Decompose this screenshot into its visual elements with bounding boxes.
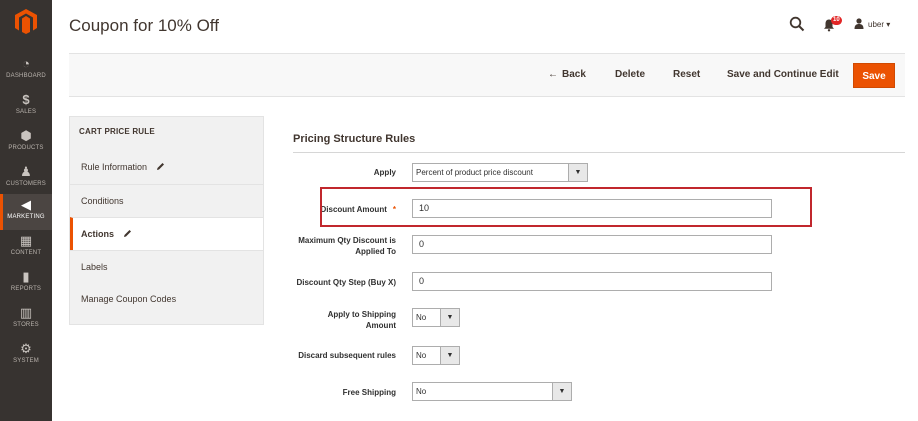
admin-sidebar: ◔ DASHBOARD $ SALES ⬢ PRODUCTS ♟ CUSTOME…: [0, 0, 52, 421]
tab-labels[interactable]: Labels: [70, 250, 263, 283]
apply-shipping-label-text: Apply to Shipping Amount: [327, 310, 396, 330]
cube-icon: ⬢: [20, 128, 32, 143]
free-shipping-label: Free Shipping: [342, 388, 396, 397]
layout-icon: ▦: [19, 233, 33, 248]
discard-rules-select[interactable]: No ▼: [412, 346, 460, 365]
chevron-down-icon: ▼: [440, 309, 459, 326]
nav-item-reports[interactable]: ▮ REPORTS: [0, 266, 52, 302]
free-shipping-value: No: [416, 387, 427, 396]
nav-label: CUSTOMERS: [5, 181, 47, 187]
pencil-icon: [123, 230, 131, 237]
magento-logo[interactable]: [14, 8, 38, 34]
tab-manage-coupon-codes[interactable]: Manage Coupon Codes: [70, 283, 263, 316]
back-button[interactable]: ← Back: [548, 69, 586, 80]
nav-label: REPORTS: [10, 286, 42, 292]
nav-label: CONTENT: [10, 250, 42, 256]
nav-label: DASHBOARD: [6, 73, 46, 79]
tab-label: Conditions: [81, 196, 124, 206]
nav-label: PRODUCTS: [8, 145, 44, 151]
nav-item-customers[interactable]: ♟ CUSTOMERS: [0, 161, 52, 197]
discard-rules-value: No: [416, 351, 427, 360]
nav-item-stores[interactable]: ▥ STORES: [0, 302, 52, 338]
arrow-left-icon: ←: [548, 69, 558, 80]
free-shipping-select[interactable]: No ▼: [412, 382, 572, 401]
tabs-title: CART PRICE RULE: [79, 127, 155, 136]
tab-label: Manage Coupon Codes: [81, 294, 177, 304]
max-qty-label-text: Maximum Qty Discount is Applied To: [298, 236, 396, 256]
back-label: Back: [562, 69, 586, 80]
page-actions-bar: ← Back Delete Reset Save and Continue Edi…: [69, 53, 905, 97]
apply-shipping-value: No: [416, 313, 427, 322]
max-qty-label: Maximum Qty Discount is Applied To: [276, 235, 396, 257]
nav-item-products[interactable]: ⬢ PRODUCTS: [0, 125, 52, 161]
apply-select-value: Percent of product price discount: [416, 168, 533, 177]
dashboard-icon: ◔: [22, 56, 30, 71]
chevron-down-icon: ▼: [552, 383, 571, 400]
discard-rules-label: Discard subsequent rules: [298, 351, 396, 360]
delete-button[interactable]: Delete: [615, 69, 645, 80]
qty-step-input[interactable]: 0: [412, 272, 772, 291]
nav-item-dashboard[interactable]: ◔ DASHBOARD: [0, 53, 52, 89]
cart-price-rule-tabs: CART PRICE RULE Rule Information Conditi…: [69, 116, 264, 325]
tab-label: Actions: [81, 229, 115, 239]
section-divider: [293, 152, 905, 153]
nav-item-system[interactable]: ⚙ SYSTEM: [0, 338, 52, 374]
nav-item-content[interactable]: ▦ CONTENT: [0, 230, 52, 266]
chevron-down-icon: ▼: [440, 347, 459, 364]
reset-button[interactable]: Reset: [673, 69, 700, 80]
pencil-icon: [156, 163, 164, 170]
tab-label: Labels: [81, 262, 108, 272]
person-icon: ♟: [20, 164, 32, 179]
store-icon: ▥: [19, 305, 33, 320]
nav-label: STORES: [13, 322, 39, 328]
apply-shipping-select[interactable]: No ▼: [412, 308, 460, 327]
nav-label: MARKETING: [7, 214, 45, 220]
apply-select[interactable]: Percent of product price discount ▼: [412, 163, 588, 182]
save-button[interactable]: Save: [853, 63, 895, 88]
user-name: uber ▾: [868, 20, 891, 29]
dollar-icon: $: [22, 92, 30, 107]
chevron-down-icon: ▼: [568, 164, 587, 181]
gear-icon: ⚙: [20, 341, 32, 356]
nav-item-marketing[interactable]: ◀ MARKETING: [0, 194, 52, 230]
nav-label: SYSTEM: [13, 358, 39, 364]
tab-label: Rule Information: [81, 162, 148, 172]
page-title: Coupon for 10% Off: [69, 16, 219, 35]
user-icon: [854, 18, 864, 29]
highlight-box: [320, 187, 812, 227]
megaphone-icon: ◀: [21, 197, 31, 212]
apply-label: Apply: [373, 168, 396, 177]
save-and-continue-button[interactable]: Save and Continue Edit: [727, 69, 839, 80]
notification-count-badge[interactable]: 10: [831, 16, 842, 25]
tab-rule-information[interactable]: Rule Information: [70, 151, 263, 184]
tab-actions[interactable]: Actions: [70, 217, 263, 250]
section-title: Pricing Structure Rules: [293, 133, 416, 145]
qty-step-label: Discount Qty Step (Buy X): [296, 278, 396, 287]
max-qty-input[interactable]: 0: [412, 235, 772, 254]
user-menu[interactable]: uber ▾: [854, 18, 890, 29]
nav-label: SALES: [15, 109, 37, 115]
apply-shipping-label: Apply to Shipping Amount: [316, 309, 396, 331]
bar-chart-icon: ▮: [22, 269, 30, 284]
tab-conditions[interactable]: Conditions: [70, 184, 263, 217]
search-icon[interactable]: [789, 16, 805, 32]
nav-item-sales[interactable]: $ SALES: [0, 89, 52, 125]
